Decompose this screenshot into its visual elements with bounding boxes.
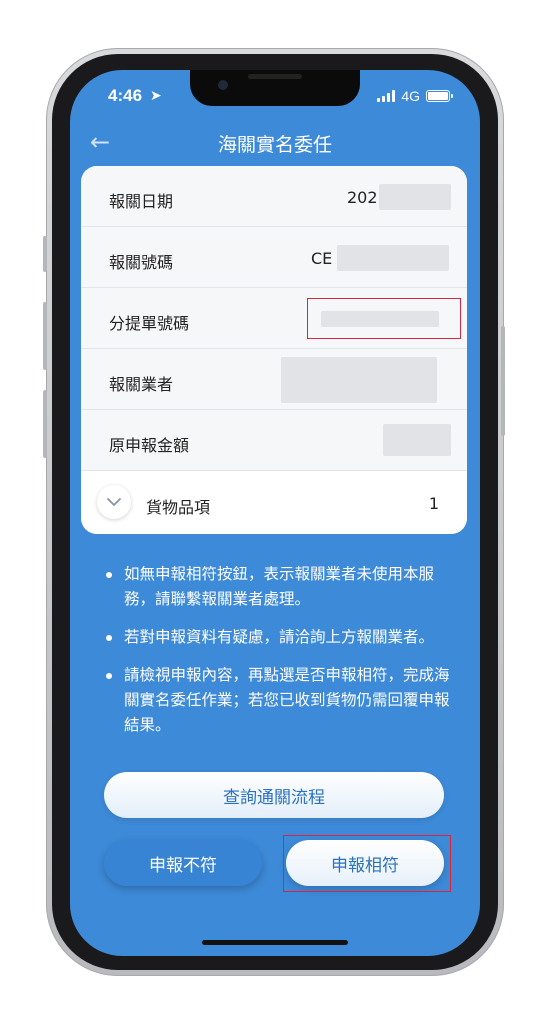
note-item: 請檢視申報內容，再點選是否申報相符，完成海關實名委任作業；若您已收到貨物仍需回覆…: [104, 663, 454, 738]
declaration-card: 報關日期 202 報關號碼 CE 分提單號碼 報關業者 原申報金額 貨物品項 1: [81, 166, 467, 534]
detail-row-amount: 原申報金額: [81, 410, 467, 471]
detail-label: 報關業者: [109, 375, 174, 394]
detail-row-broker: 報關業者: [81, 349, 467, 410]
goods-items-row[interactable]: 貨物品項 1: [81, 471, 467, 534]
goods-count: 1: [428, 494, 439, 513]
status-indicators: 4G: [377, 88, 453, 104]
signal-icon: [377, 90, 396, 102]
redacted-value: [379, 184, 451, 210]
volume-down-button: [43, 390, 47, 458]
detail-label: 報關日期: [109, 192, 174, 211]
detail-row-bill-no: 分提單號碼: [81, 288, 467, 349]
redacted-value: [337, 245, 449, 271]
notes-list: 如無申報相符按鈕，表示報關業者未使用本服務，請聯繫報關業者處理。 若對申報資料有…: [104, 562, 454, 751]
home-indicator[interactable]: [202, 940, 348, 945]
goods-label: 貨物品項: [146, 498, 211, 517]
detail-label: 分提單號碼: [109, 314, 190, 333]
note-item: 如無申報相符按鈕，表示報關業者未使用本服務，請聯繫報關業者處理。: [104, 562, 454, 612]
battery-icon: [426, 90, 453, 102]
detail-row-declaration-no: 報關號碼 CE: [81, 227, 467, 288]
highlight-box: [283, 835, 451, 892]
detail-row-date: 報關日期 202: [81, 166, 467, 227]
notch: [190, 70, 360, 106]
speaker-grille: [248, 74, 302, 79]
note-item: 若對申報資料有疑慮，請洽詢上方報關業者。: [104, 625, 454, 650]
chevron-down-icon[interactable]: [97, 485, 131, 519]
status-time: 4:46: [108, 86, 143, 105]
mute-switch: [43, 236, 47, 272]
detail-value: CE: [311, 249, 333, 268]
detail-label: 報關號碼: [109, 253, 174, 272]
redacted-value: [383, 424, 451, 456]
volume-up-button: [43, 302, 47, 370]
declaration-mismatch-button[interactable]: 申報不符: [104, 840, 262, 886]
page-title: 海關實名委任: [217, 134, 332, 156]
network-label: 4G: [401, 88, 420, 104]
detail-label: 原申報金額: [109, 436, 190, 455]
detail-value: 202: [347, 188, 378, 207]
location-arrow-icon: ➤: [150, 88, 162, 104]
redacted-value: [281, 357, 437, 403]
app-screen: 4:46 ➤ 4G ← 海關實名委任 報關日期 202 報關號碼 CE 分提單號…: [70, 70, 480, 956]
power-button: [501, 326, 505, 436]
highlight-box: [307, 298, 461, 339]
front-camera: [218, 80, 228, 90]
query-clearance-button[interactable]: 查詢通關流程: [104, 772, 444, 818]
